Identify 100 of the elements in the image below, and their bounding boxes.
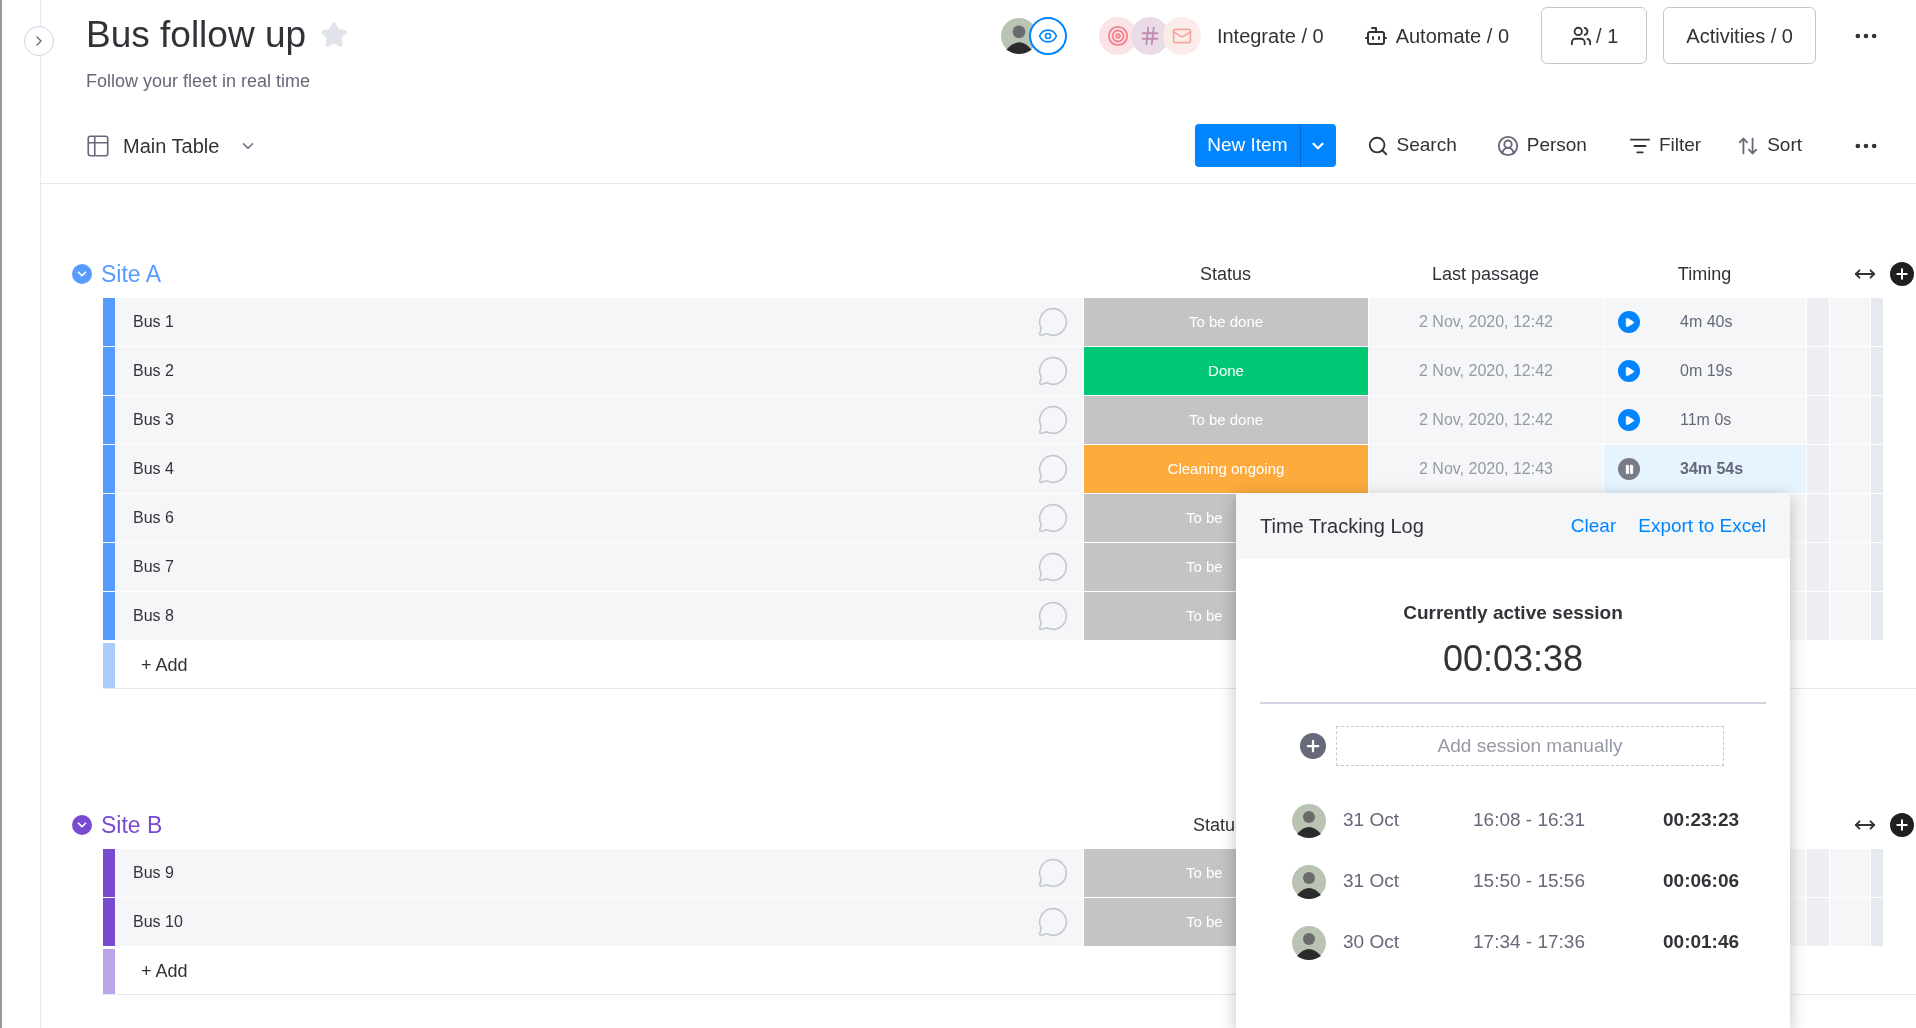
table-cell [1830,592,1870,640]
people-icon [1570,24,1593,47]
play-icon [1623,316,1635,328]
row-end-cell [1871,445,1883,493]
play-button[interactable] [1618,360,1640,382]
integrate-button[interactable]: Integrate / 0 [1216,20,1324,51]
row-end-cell [1871,494,1883,542]
eye-icon[interactable] [1028,16,1067,55]
row-end-cell [1871,347,1883,395]
table-cell [1830,849,1870,897]
session-range: 17:34 - 17:36 [1473,930,1586,955]
table-cell [1830,298,1870,346]
item-name: Bus 1 [133,312,174,332]
item-name-cell[interactable]: Bus 10 [115,898,1083,946]
column-header[interactable]: Timing [1677,260,1732,288]
plus-icon [1894,817,1910,833]
activities-button[interactable]: Activities / 0 [1663,7,1816,64]
item-name: Bus 3 [133,410,174,430]
play-icon [1623,365,1635,377]
item-name-cell[interactable]: Bus 4 [115,445,1083,493]
add-session-icon[interactable] [1300,732,1326,759]
new-item-dropdown-button[interactable] [1299,124,1336,167]
view-tab[interactable]: Main Table [123,130,220,161]
item-name: Bus 8 [133,606,174,626]
row-end-cell [1871,298,1883,346]
date-text: 2 Nov, 2020, 12:42 [1419,312,1553,332]
pause-button[interactable] [1618,458,1640,480]
date-text: 2 Nov, 2020, 12:42 [1419,361,1553,381]
session-duration: 00:23:23 [1663,808,1740,833]
play-button[interactable] [1618,409,1640,431]
date-text: 2 Nov, 2020, 12:43 [1419,459,1553,479]
collapse-group-button[interactable] [72,264,92,284]
item-name-cell[interactable]: Bus 6 [115,494,1083,542]
mail-icon[interactable] [1162,16,1201,55]
group-color-bar [103,949,115,994]
timer-value: 11m 0s [1680,410,1732,430]
person-icon[interactable] [1496,134,1519,157]
filter-button[interactable]: Filter [1658,131,1702,160]
active-session-time: 00:03:38 [1442,636,1584,681]
item-name: Bus 9 [133,863,174,883]
table-icon[interactable] [85,132,111,159]
item-name: Bus 6 [133,508,174,528]
user-avatar [1292,925,1326,960]
table-cell [1830,445,1870,493]
row-end-cell [1871,849,1883,897]
table-cell [1830,396,1870,444]
row-end-cell [1871,592,1883,640]
sort-button[interactable]: Sort [1767,131,1802,160]
timer-value: 0m 19s [1680,361,1733,381]
search-icon[interactable] [1366,134,1389,157]
person-button[interactable]: Person [1526,131,1587,160]
table-cell [1830,543,1870,591]
item-name-cell[interactable]: Bus 8 [115,592,1083,640]
row-end-cell [1871,898,1883,946]
item-name: Bus 4 [133,459,174,479]
item-name: Bus 2 [133,361,174,381]
pause-icon [1623,463,1635,475]
group-title[interactable]: Site B [101,807,163,843]
column-header[interactable]: Statu [1193,811,1236,839]
session-date: 31 Oct [1343,808,1400,833]
group-color-bar [103,643,115,688]
session-duration: 00:06:06 [1663,869,1740,894]
session-range: 16:08 - 16:31 [1473,808,1586,833]
item-name-cell[interactable]: Bus 7 [115,543,1083,591]
active-session-label: Currently active session [1403,601,1623,625]
add-item-button[interactable]: + Add [141,958,188,985]
user-avatar [1292,864,1326,899]
members-button[interactable]: / 1 [1541,7,1648,64]
add-column-button[interactable] [1890,262,1914,286]
row-end-cell [1871,396,1883,444]
star-icon[interactable] [320,21,349,49]
search-button[interactable]: Search [1396,131,1457,160]
column-header[interactable]: Status [1200,260,1251,288]
board-title[interactable]: Bus follow up [86,12,307,58]
board-subtitle: Follow your fleet in real time [86,70,312,93]
new-item-button[interactable]: New Item [1195,124,1300,167]
item-name-cell[interactable]: Bus 1 [115,298,1083,346]
table-cell [1830,494,1870,542]
add-session-field[interactable]: Add session manually [1336,725,1724,766]
user-avatar [1292,803,1326,838]
expand-sidebar-button[interactable] [24,26,54,56]
play-button[interactable] [1618,311,1640,333]
plus-icon [1894,266,1910,282]
item-name-cell[interactable]: Bus 3 [115,396,1083,444]
add-item-button[interactable]: + Add [141,652,188,679]
add-column-button[interactable] [1890,813,1914,837]
item-name: Bus 10 [133,912,183,932]
collapse-group-button[interactable] [72,815,92,835]
table-cell [1830,347,1870,395]
item-name-cell[interactable]: Bus 9 [115,849,1083,897]
date-text: 2 Nov, 2020, 12:42 [1419,410,1553,430]
session-duration: 00:01:46 [1663,930,1740,955]
column-header[interactable]: Last passage [1431,260,1540,288]
item-name: Bus 7 [133,557,174,577]
row-end-cell [1871,543,1883,591]
table-cell [1830,898,1870,946]
timer-value: 34m 54s [1680,459,1744,479]
automate-button[interactable]: Automate / 0 [1395,20,1510,51]
session-range: 15:50 - 15:56 [1473,869,1586,894]
item-name-cell[interactable]: Bus 2 [115,347,1083,395]
